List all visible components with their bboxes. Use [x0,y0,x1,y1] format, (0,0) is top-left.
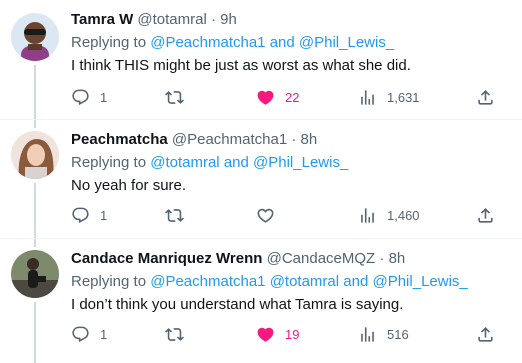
avatar[interactable] [11,131,59,179]
heart-icon [257,208,274,223]
views-button[interactable]: 1,631 [358,86,420,108]
mention-joiner: and [269,34,295,51]
separator-dot: · [291,131,297,148]
reply-count: 1 [100,326,108,342]
timestamp[interactable]: 8h [389,250,406,267]
share-button[interactable] [476,204,495,226]
mention-link[interactable]: @totamral [270,273,339,290]
heart-filled-icon [257,327,274,342]
tweet-text: I think THIS might be just as worst as w… [71,57,411,74]
mention-joiner: and [343,273,369,290]
mention-link[interactable]: @Phil_Lewis_ [372,273,467,290]
action-bar: 1 22 1,631 [71,86,509,108]
thread-line [34,120,36,128]
action-bar: 1 1,460 [71,204,509,226]
replying-to-label: Replying to [71,154,147,171]
mention-link[interactable]: @Phil_Lewis_ [253,154,348,171]
retweet-button[interactable] [165,86,194,108]
user-handle[interactable]: @Peachmatcha1 [172,131,287,148]
reply-bubble-icon [72,326,89,342]
retweet-button[interactable] [165,204,194,226]
share-upload-icon [478,326,493,342]
share-button[interactable] [476,86,495,108]
separator-dot: · [211,11,216,28]
reply-bubble-icon [72,89,89,105]
reply-bubble-icon [72,207,89,223]
views-button[interactable]: 1,460 [358,204,420,226]
reply-button[interactable]: 1 [71,323,107,345]
retweet-arrows-icon [165,208,184,222]
mention-link[interactable]: @Peachmatcha1 [150,273,265,290]
share-upload-icon [478,89,493,105]
display-name[interactable]: Candace Manriquez Wrenn [71,250,262,267]
retweet-button[interactable] [165,323,194,345]
avatar[interactable] [11,250,59,298]
separator-dot: · [379,250,385,267]
user-handle[interactable]: @totamral [137,11,206,28]
mention-link[interactable]: @totamral [150,154,219,171]
like-button[interactable]: 19 [256,323,299,345]
tweet-text: I don’t think you understand what Tamra … [71,296,404,313]
replying-to: Replying to @Peachmatcha1 @totamral and … [71,272,510,292]
timestamp[interactable]: 9h [220,11,237,28]
thread-line [34,183,36,238]
tweet[interactable]: Candace Manriquez Wrenn @CandaceMQZ · 8h… [0,239,522,363]
like-button[interactable]: 22 [256,86,299,108]
reply-button[interactable]: 1 [71,204,107,226]
mention-link[interactable]: @Phil_Lewis_ [299,34,394,51]
like-count: 22 [285,89,300,105]
reply-count: 1 [100,207,108,223]
tweet[interactable]: Peachmatcha @Peachmatcha1 · 8h Replying … [0,120,522,238]
views-count: 1,460 [387,207,420,223]
analytics-bars-icon [361,89,374,105]
like-count: 19 [285,326,300,342]
heart-filled-icon [257,90,274,105]
replying-to-label: Replying to [71,34,147,51]
tweet[interactable]: Tamra W @totamral · 9h Replying to @Peac… [0,0,522,119]
action-bar: 1 19 516 [71,323,509,345]
replying-to: Replying to @totamral and @Phil_Lewis_ [71,153,510,173]
tweet-text: No yeah for sure. [71,177,187,194]
replying-to: Replying to @Peachmatcha1 and @Phil_Lewi… [71,33,510,53]
timestamp[interactable]: 8h [301,131,318,148]
thread-line [34,65,36,119]
user-handle[interactable]: @CandaceMQZ [267,250,376,267]
retweet-arrows-icon [165,327,184,341]
mention-link[interactable]: @Peachmatcha1 [150,34,265,51]
replying-to-label: Replying to [71,273,147,290]
views-count: 1,631 [387,89,420,105]
avatar[interactable] [11,13,59,61]
reply-count: 1 [100,89,108,105]
display-name[interactable]: Peachmatcha [71,131,168,148]
share-upload-icon [478,207,493,223]
reply-button[interactable]: 1 [71,86,107,108]
share-button[interactable] [476,323,495,345]
views-count: 516 [387,326,409,342]
display-name[interactable]: Tamra W [71,11,133,28]
mention-joiner: and [223,154,249,171]
thread-line [34,302,36,363]
like-button[interactable] [256,204,285,226]
analytics-bars-icon [361,326,374,342]
views-button[interactable]: 516 [358,323,409,345]
retweet-arrows-icon [165,90,184,104]
analytics-bars-icon [361,207,374,223]
thread-line [34,239,36,247]
